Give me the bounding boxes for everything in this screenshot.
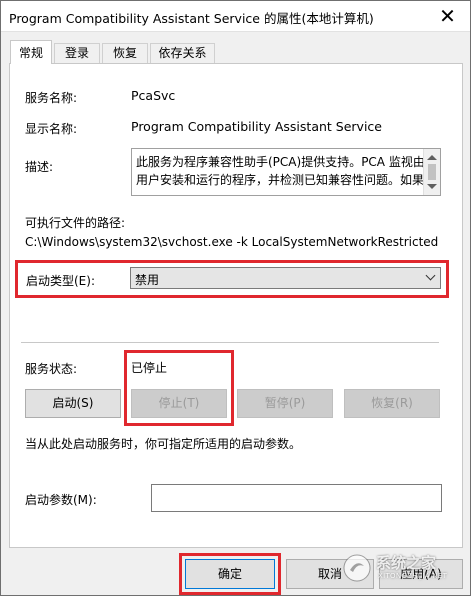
startup-type-select[interactable]: 禁用 <box>130 267 441 289</box>
scroll-up-icon[interactable] <box>427 155 437 160</box>
scroll-down-icon[interactable] <box>427 184 437 189</box>
tab-dependencies[interactable]: 依存关系 <box>150 43 215 63</box>
scroll-thumb[interactable] <box>428 164 436 180</box>
description-box[interactable]: 此服务为程序兼容性助手(PCA)提供支持。PCA 监视由用户安装和运行的程序，并… <box>131 148 441 196</box>
resume-button[interactable]: 恢复(R) <box>344 389 440 418</box>
watermark: 系统之家 XITONGZHIJIA.NET <box>342 552 462 586</box>
service-status-label: 服务状态: <box>25 362 78 376</box>
start-params-input[interactable] <box>151 484 442 512</box>
tab-recovery[interactable]: 恢复 <box>102 43 148 63</box>
tab-general[interactable]: 常规 <box>10 40 52 64</box>
chevron-down-icon <box>425 270 436 281</box>
watermark-logo-icon <box>343 554 371 582</box>
close-icon[interactable]: ✕ <box>425 1 470 31</box>
start-params-hint: 当从此处启动服务时，你可指定所适用的启动参数。 <box>25 437 302 451</box>
title-bar: Program Compatibility Assistant Service … <box>1 1 470 32</box>
description-label: 描述: <box>25 160 54 174</box>
exe-path-label: 可执行文件的路径: <box>25 216 126 230</box>
display-name-value: Program Compatibility Assistant Service <box>131 119 382 134</box>
description-text: 此服务为程序兼容性助手(PCA)提供支持。PCA 监视由用户安装和运行的程序，并… <box>136 155 425 187</box>
startup-type-label: 启动类型(E): <box>26 274 95 288</box>
pause-button[interactable]: 暂停(P) <box>237 389 333 418</box>
divider <box>21 342 439 343</box>
general-tab-panel <box>9 63 463 548</box>
display-name-label: 显示名称: <box>25 122 78 136</box>
stop-button[interactable]: 停止(T) <box>131 389 227 418</box>
window-title: Program Compatibility Assistant Service … <box>9 11 374 26</box>
startup-type-value: 禁用 <box>135 273 160 287</box>
tab-logon[interactable]: 登录 <box>54 43 100 63</box>
description-scrollbar[interactable] <box>423 149 440 195</box>
service-name-label: 服务名称: <box>25 91 78 105</box>
service-name-value: PcaSvc <box>131 88 176 103</box>
watermark-text: 系统之家 <box>376 554 437 572</box>
properties-dialog: Program Compatibility Assistant Service … <box>0 0 471 596</box>
service-status-value: 已停止 <box>131 361 168 375</box>
ok-button[interactable]: 确定 <box>185 559 275 589</box>
start-button[interactable]: 启动(S) <box>25 389 121 418</box>
watermark-sub: XITONGZHIJIA.NET <box>378 572 448 580</box>
start-params-label: 启动参数(M): <box>25 493 97 507</box>
exe-path-value: C:\Windows\system32\svchost.exe -k Local… <box>25 235 439 249</box>
